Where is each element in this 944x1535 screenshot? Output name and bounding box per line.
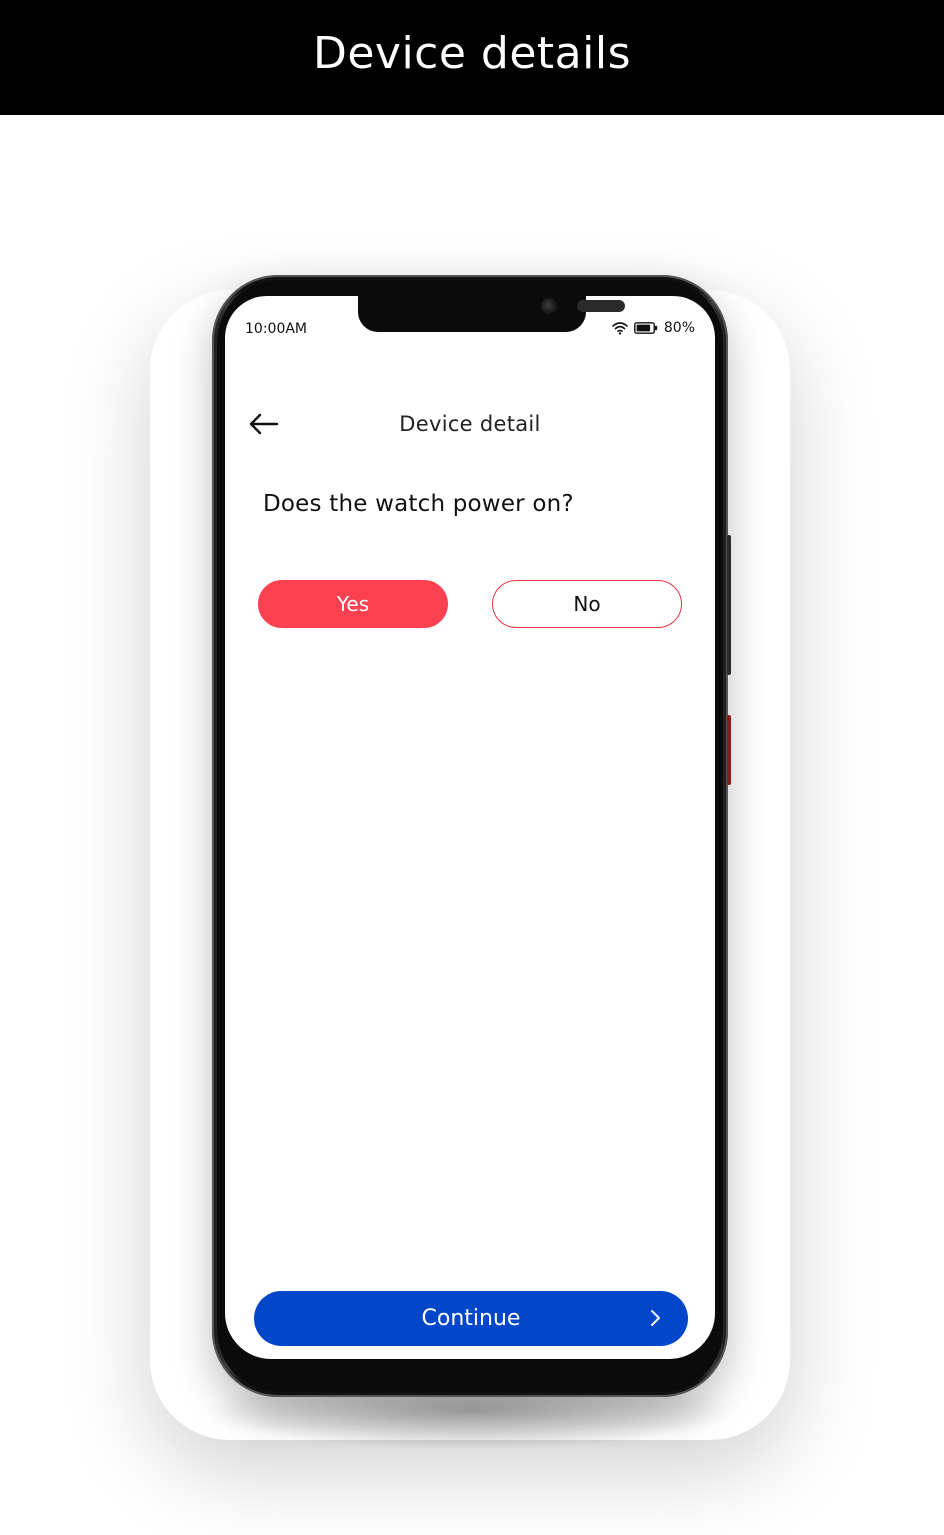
page-banner: Device details <box>0 0 944 115</box>
volume-button <box>727 535 731 675</box>
battery-icon <box>633 322 658 334</box>
continue-label: Continue <box>421 1306 521 1331</box>
top-app-bar: Device detail <box>225 396 715 456</box>
question-text: Does the watch power on? <box>263 491 574 517</box>
chevron-right-icon <box>651 1310 660 1326</box>
battery-percentage: 80% <box>663 320 695 336</box>
wifi-icon <box>612 322 628 335</box>
no-button[interactable]: No <box>492 580 682 628</box>
status-time: 10:00AM <box>245 321 308 337</box>
phone-screen: 10:00AM 80% Device detail Does the watch… <box>225 296 715 1359</box>
status-indicators: 80% <box>612 320 695 336</box>
continue-button[interactable]: Continue <box>254 1291 688 1346</box>
page-title: Device details <box>312 28 632 79</box>
screen-title: Device detail <box>399 412 541 436</box>
notch <box>358 296 625 332</box>
earpiece-speaker <box>577 300 625 312</box>
phone-frame: 10:00AM 80% Device detail Does the watch… <box>212 275 731 1397</box>
front-camera-icon <box>541 298 557 314</box>
power-button <box>727 715 731 785</box>
yes-button[interactable]: Yes <box>258 580 448 628</box>
